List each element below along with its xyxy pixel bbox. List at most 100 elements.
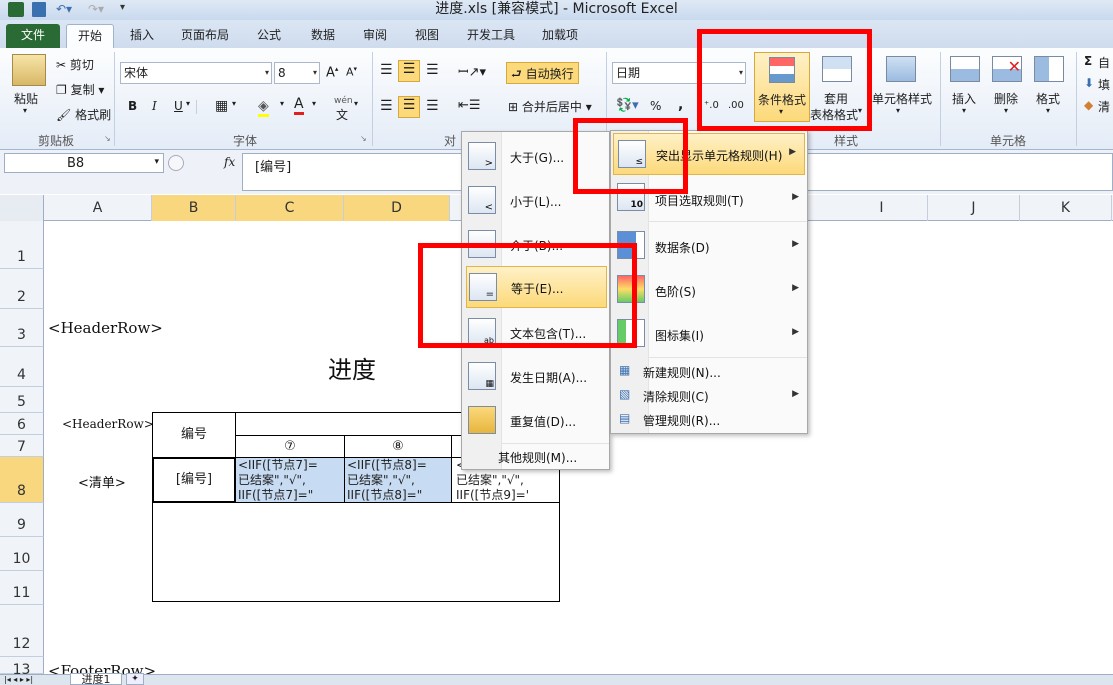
cell-a6[interactable]: <HeaderRow> [62,417,154,431]
border-icon[interactable]: ▦ [215,98,228,114]
number-format-combo[interactable]: 日期 ▾ [612,62,746,84]
shrink-font-icon[interactable]: A▾ [346,65,357,79]
fill-icon[interactable]: ⬇ [1084,76,1094,90]
cell-styles-button[interactable]: 单元格样式 [872,90,932,107]
menu-item-between[interactable]: 介于(B)... [462,226,609,264]
fill-color-icon[interactable]: ◈ [258,98,269,117]
comma-button[interactable]: , [678,97,683,113]
column-header-i[interactable]: I [836,195,928,221]
column-header-d[interactable]: D [344,195,450,221]
merge-center-button[interactable]: ⊞ 合并后居中 ▾ [508,98,592,115]
tab-view[interactable]: 视图 [404,24,450,48]
cut-button[interactable]: ✂ 剪切 [56,56,94,73]
row-header-1[interactable]: 1 [0,221,44,269]
align-top-icon[interactable]: ☰ [380,62,393,78]
cell-d7[interactable]: ⑧ [344,435,452,458]
row-header-2[interactable]: 2 [0,269,44,309]
format-as-table-label-2[interactable]: 表格格式 [810,106,858,123]
row-header-4[interactable]: 4 [0,347,44,387]
chevron-down-icon[interactable]: ▾ [1046,106,1050,115]
name-box[interactable]: B8 ▾ [4,153,164,173]
delete-cells-icon[interactable]: ✕ [992,56,1022,82]
tab-addins[interactable]: 加载项 [532,24,588,48]
dialog-launcher-icon[interactable]: ↘ [360,134,367,143]
chevron-down-icon[interactable]: ▾ [962,106,966,115]
row-header-3[interactable]: 3 [0,309,44,347]
row-header-5[interactable]: 5 [0,387,44,413]
column-header-c[interactable]: C [236,195,344,221]
row-header-11[interactable]: 11 [0,571,44,605]
cell-b8[interactable]: [编号] [152,457,236,503]
menu-item-equal-to[interactable]: = 等于(E)... [466,266,607,308]
wrap-text-button[interactable]: ⮐ 自动换行 [506,62,579,84]
row-header-9[interactable]: 9 [0,503,44,537]
row-header-8[interactable]: 8 [0,457,44,503]
clear-label[interactable]: 清 [1098,98,1110,115]
column-header-a[interactable]: A [44,195,152,221]
menu-item-text-contains[interactable]: ab 文本包含(T)... [462,314,609,352]
underline-button[interactable]: U [174,99,183,113]
chevron-down-icon[interactable]: ▾ [280,99,284,108]
chevron-down-icon[interactable]: ▾ [858,106,862,115]
clear-icon[interactable]: ◆ [1084,98,1093,112]
percent-button[interactable]: % [650,99,661,113]
row-header-12[interactable]: 12 [0,605,44,657]
row-header-10[interactable]: 10 [0,537,44,571]
format-cells-button[interactable]: 格式 [1036,90,1060,107]
align-center-icon[interactable]: ☰ [398,96,420,118]
increase-decimal-icon[interactable]: ⁺.0 [704,100,719,111]
cell-d8[interactable]: <IIF([节点8]= 已结案","√", IIF([节点8]=" [344,457,452,503]
menu-item-new-rule[interactable]: ▦ 新建规则(N)... [611,360,807,384]
menu-item-color-scales[interactable]: 色阶(S) ▶ [611,269,807,311]
format-cells-icon[interactable] [1034,56,1064,82]
copy-button[interactable]: ❐ 复制 ▾ [56,81,104,98]
column-header-j[interactable]: J [928,195,1020,221]
align-bottom-icon[interactable]: ☰ [426,62,439,78]
cell-b6-bianhao[interactable]: 编号 [152,412,236,458]
paste-button[interactable]: 粘贴 [14,90,38,107]
row-header-13[interactable]: 13 [0,657,44,678]
sheet-tab-1[interactable]: 进度1 [70,673,122,685]
cell-c8[interactable]: <IIF([节点7]= 已结案","√", IIF([节点7]=" [235,457,345,503]
format-painter-button[interactable]: 🖌 格式刷 [56,106,111,123]
menu-item-more-rules[interactable]: 其他规则(M)... [462,446,609,468]
orientation-icon[interactable]: ꟷ↗▾ [458,62,486,80]
currency-icon[interactable]: 💱▾ [616,98,639,113]
tab-page-layout[interactable]: 页面布局 [172,24,238,48]
decrease-decimal-icon[interactable]: .00 [728,100,744,111]
paste-dropdown-icon[interactable]: ▾ [23,106,27,115]
column-header-k[interactable]: K [1020,195,1112,221]
table-body-area[interactable] [152,502,560,602]
conditional-format-button[interactable]: 条件格式 ▾ [754,52,810,122]
select-all-corner[interactable] [0,195,44,221]
tab-review[interactable]: 审阅 [352,24,398,48]
phonetic-guide-icon[interactable]: 文 [336,106,348,123]
tab-home[interactable]: 开始 [66,24,114,48]
paste-icon[interactable] [12,54,46,86]
chevron-down-icon[interactable]: ▾ [1004,106,1008,115]
decrease-indent-icon[interactable]: ⇤☰ [458,98,481,113]
menu-item-icon-sets[interactable]: 图标集(I) ▶ [611,313,807,355]
sheet-nav-icon[interactable]: |◂ ◂ ▸ ▸| [4,675,33,684]
insert-cells-button[interactable]: 插入 [952,90,976,107]
menu-item-clear-rules[interactable]: ▧ 清除规则(C) ▶ [611,384,807,408]
cell-a8[interactable]: <清单> [78,472,126,491]
row-header-7[interactable]: 7 [0,435,44,457]
autosum-label[interactable]: 自 [1098,54,1110,71]
menu-item-duplicate-values[interactable]: 重复值(D)... [462,402,609,440]
delete-cells-button[interactable]: 删除 [994,90,1018,107]
align-right-icon[interactable]: ☰ [426,98,439,114]
font-size-combo[interactable]: 8 ▾ [274,62,320,84]
menu-item-greater-than[interactable]: > 大于(G)... [462,138,609,176]
expand-formula-icon[interactable] [168,155,184,171]
cell-styles-icon[interactable] [886,56,916,82]
insert-cells-icon[interactable] [950,56,980,82]
tab-developer[interactable]: 开发工具 [458,24,524,48]
cell-a3[interactable]: <HeaderRow> [48,319,163,337]
italic-button[interactable]: I [152,99,157,113]
font-name-combo[interactable]: 宋体 ▾ [120,62,272,84]
menu-item-less-than[interactable]: < 小于(L)... [462,182,609,220]
font-color-icon[interactable]: A [294,96,304,115]
tab-file[interactable]: 文件 [6,24,60,48]
fill-label[interactable]: 填 [1098,76,1110,93]
